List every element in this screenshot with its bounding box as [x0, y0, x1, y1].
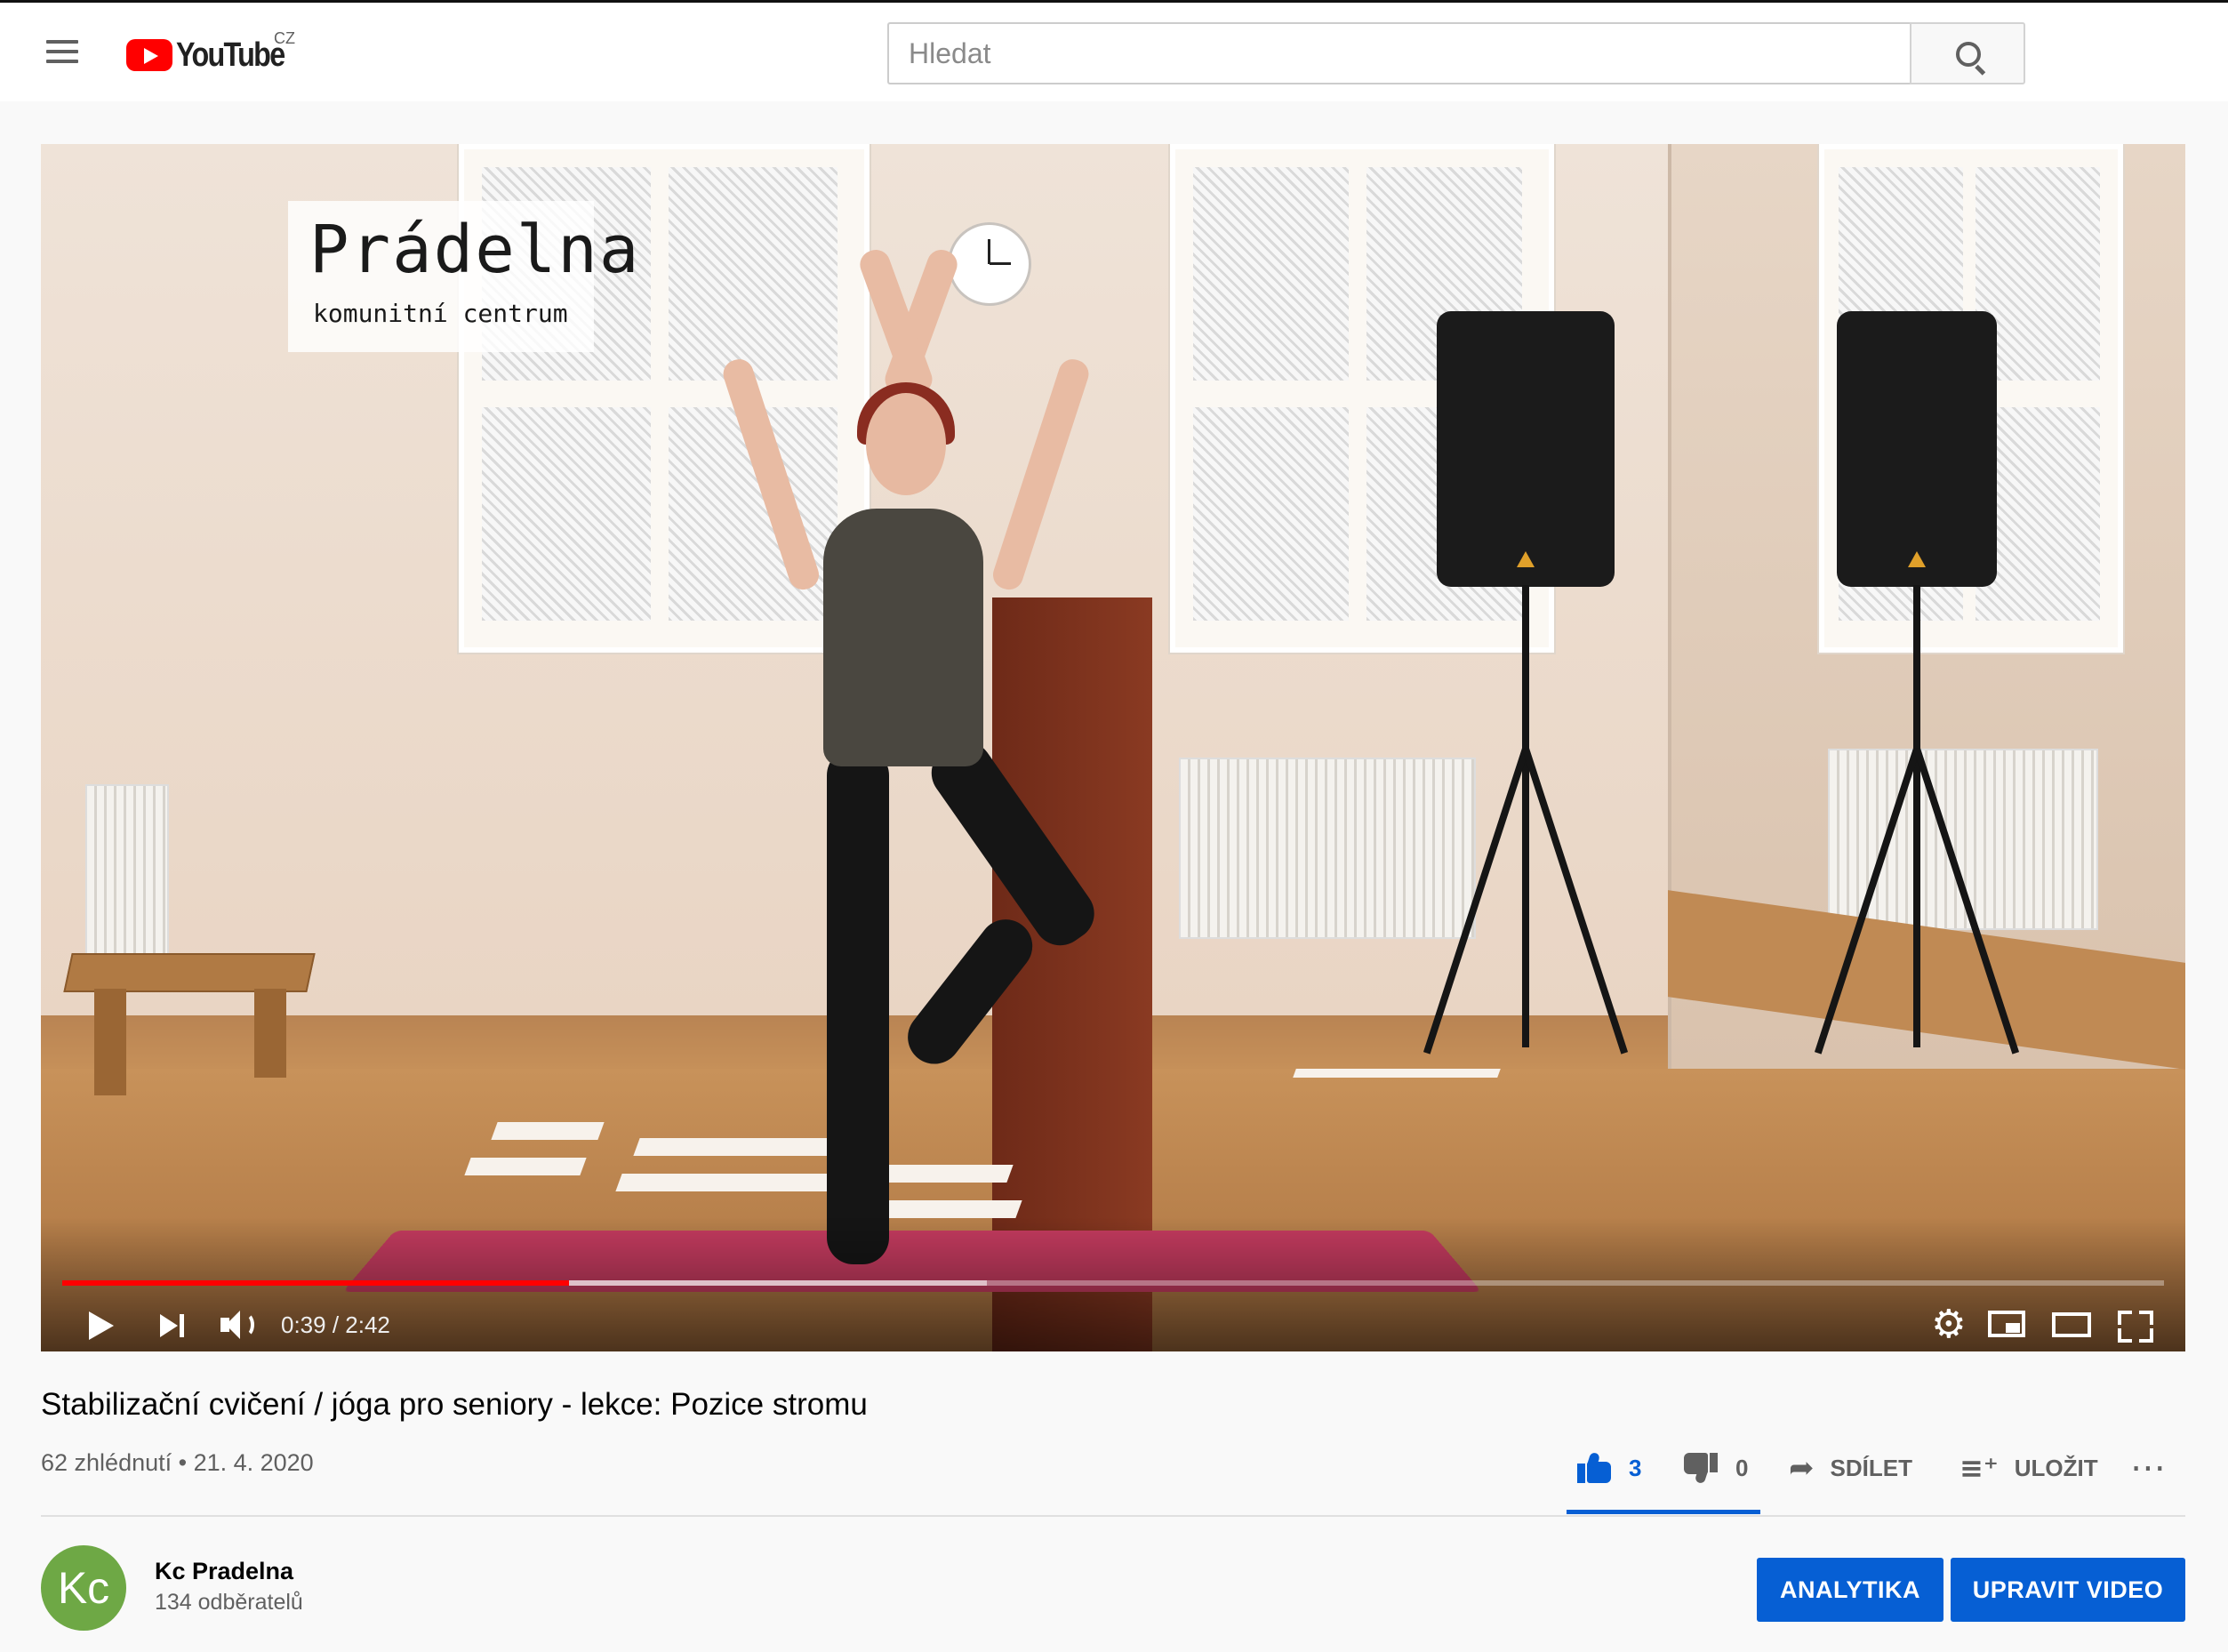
next-button[interactable] [155, 1300, 190, 1350]
share-label: SDÍLET [1830, 1454, 1912, 1481]
country-code: CZ [274, 29, 295, 47]
thumbs-up-icon [1577, 1451, 1611, 1483]
dislike-count: 0 [1735, 1454, 1749, 1481]
share-icon: ➦ [1789, 1450, 1815, 1486]
divider [41, 1515, 2185, 1517]
logo-text: YouTube [176, 36, 285, 74]
youtube-logo[interactable]: YouTube CZ [126, 29, 303, 76]
like-button[interactable]: 3 [1577, 1446, 1641, 1490]
edit-video-button[interactable]: UPRAVIT VIDEO [1951, 1558, 2185, 1622]
video-player[interactable]: Prádelna komunitní centrum 0:39 / 2:42 [41, 144, 2185, 1351]
search-button[interactable] [1910, 22, 2025, 84]
more-icon: ⋯ [2130, 1448, 2168, 1488]
video-meta: 62 zhlédnutí • 21. 4. 2020 [41, 1449, 314, 1476]
channel-avatar[interactable]: Kc [41, 1545, 126, 1631]
progress-bar[interactable] [62, 1280, 2164, 1286]
time-display: 0:39 / 2:42 [281, 1311, 390, 1338]
wall-clock [948, 222, 1031, 306]
search-input[interactable] [887, 22, 1910, 84]
playlist-add-icon: ≡⁺ [1960, 1451, 1999, 1485]
miniplayer-button[interactable] [1984, 1300, 2032, 1350]
menu-icon[interactable] [41, 35, 84, 70]
fullscreen-button[interactable] [2112, 1300, 2157, 1350]
search-icon [1956, 42, 1981, 67]
played-bar [62, 1280, 569, 1286]
theater-mode-button[interactable] [2048, 1300, 2098, 1350]
subscriber-count: 134 odběratelů [155, 1590, 303, 1615]
thumbs-down-icon [1684, 1453, 1718, 1485]
save-label: ULOŽIT [2014, 1454, 2098, 1481]
video-frame: Prádelna komunitní centrum [41, 144, 2185, 1351]
analytics-button[interactable]: ANALYTIKA [1757, 1558, 1943, 1622]
search-box [887, 22, 2025, 84]
channel-watermark: Prádelna komunitní centrum [288, 201, 638, 352]
settings-button[interactable] [1926, 1300, 1970, 1350]
speaker [1437, 311, 1615, 587]
youtube-play-icon [126, 39, 172, 71]
video-title: Stabilizační cvičení / jóga pro seniory … [41, 1387, 868, 1422]
channel-name[interactable]: Kc Pradelna [155, 1558, 293, 1585]
share-button[interactable]: ➦ SDÍLET [1789, 1446, 1912, 1490]
more-actions-button[interactable]: ⋯ [2130, 1446, 2168, 1490]
watermark-subtitle: komunitní centrum [313, 299, 568, 328]
theater-icon [2052, 1312, 2091, 1337]
volume-button[interactable] [217, 1300, 261, 1350]
bench [63, 953, 316, 992]
watermark-title: Prádelna [309, 212, 641, 288]
play-button[interactable] [84, 1300, 119, 1350]
masthead: YouTube CZ [0, 0, 2228, 101]
sentiment-bar [1567, 1510, 1760, 1514]
like-count: 3 [1629, 1454, 1642, 1481]
save-button[interactable]: ≡⁺ ULOŽIT [1960, 1446, 2098, 1490]
dislike-button[interactable]: 0 [1684, 1446, 1748, 1490]
person [823, 509, 983, 766]
volume-icon [236, 1312, 254, 1337]
